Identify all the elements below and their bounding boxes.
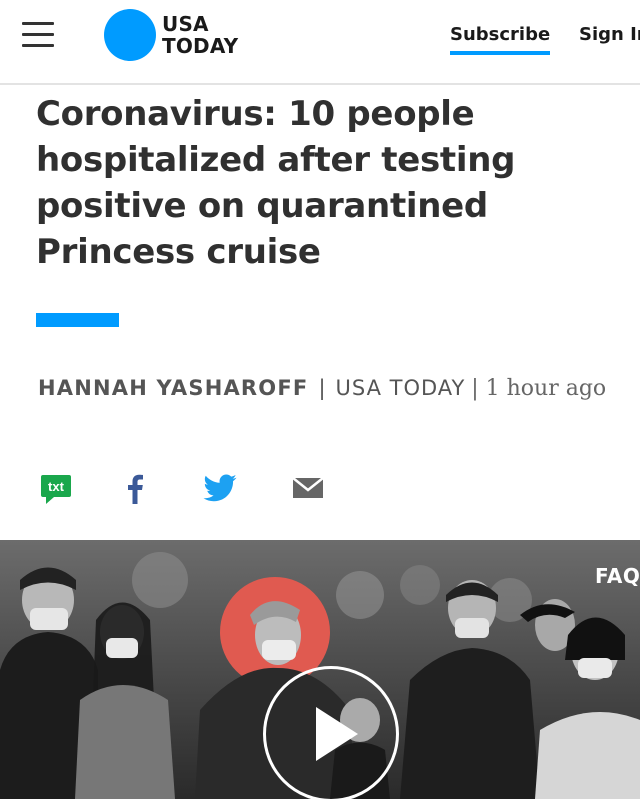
sms-icon[interactable]: txt: [38, 470, 78, 506]
video-player[interactable]: FAQ: [0, 540, 640, 799]
subscribe-link[interactable]: Subscribe: [450, 24, 551, 55]
source-name: USA TODAY: [335, 376, 466, 400]
author-name[interactable]: HANNAH YASHAROFF: [38, 376, 308, 400]
logo-line-1: USA: [162, 12, 209, 36]
logo-line-2: TODAY: [162, 34, 239, 58]
twitter-icon[interactable]: [202, 470, 242, 506]
headline-accent-bar: [36, 313, 119, 327]
logo-text: USA TODAY: [162, 13, 238, 57]
byline: HANNAH YASHAROFF | USA TODAY | 1 hour ago: [38, 370, 618, 407]
play-icon[interactable]: [263, 666, 399, 799]
logo-circle: [104, 9, 156, 61]
byline-separator: |: [318, 376, 326, 400]
video-overlay-label: FAQ: [595, 564, 640, 588]
facebook-icon[interactable]: [118, 470, 158, 506]
site-header: USA TODAY Subscribe Sign In: [0, 0, 640, 85]
article-headline: Coronavirus: 10 people hospitalized afte…: [36, 94, 516, 272]
hamburger-menu-icon[interactable]: [22, 22, 54, 48]
usa-today-logo[interactable]: USA TODAY: [104, 9, 238, 61]
timestamp: | 1 hour ago: [471, 376, 607, 401]
sign-in-link[interactable]: Sign In: [579, 24, 640, 45]
sms-label: txt: [48, 479, 65, 494]
share-bar: txt: [0, 470, 640, 510]
email-icon[interactable]: [290, 470, 330, 506]
